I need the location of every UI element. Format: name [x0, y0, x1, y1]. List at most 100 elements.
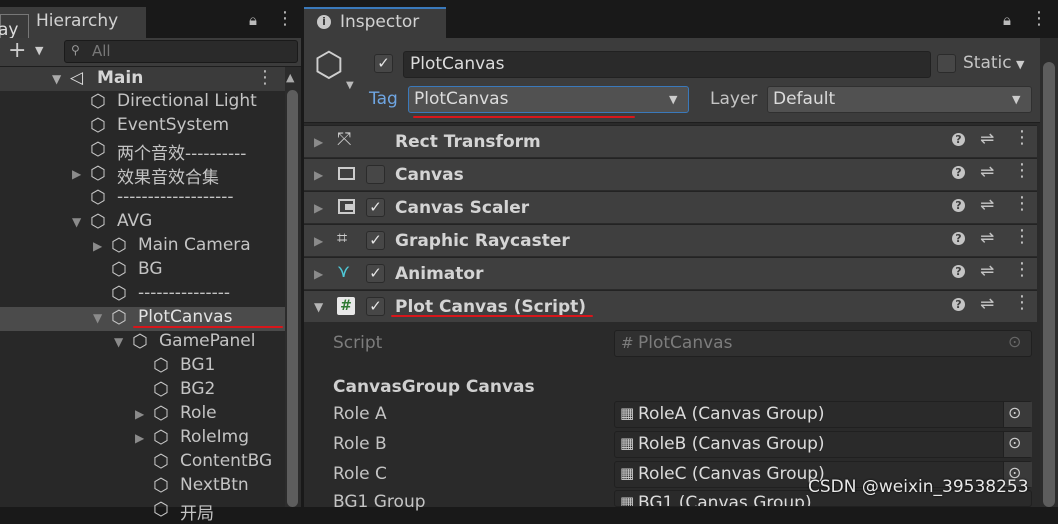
rect-transform-icon: ⤧: [337, 129, 352, 150]
graphic-raycaster-icon: ⌗: [337, 228, 348, 249]
icon-dropdown-icon[interactable]: ▼: [346, 80, 354, 91]
item-label: NextBtn: [180, 475, 249, 495]
fold-arrow-icon[interactable]: ▶: [135, 431, 144, 445]
annotation-underline: [391, 315, 593, 317]
object-picker-icon[interactable]: ⊙: [1008, 433, 1021, 452]
fold-arrow-icon[interactable]: ▶: [314, 234, 323, 248]
fold-arrow-icon[interactable]: ▼: [93, 311, 102, 325]
active-checkbox[interactable]: ✓: [374, 54, 393, 73]
gameobject-cube-icon: ⬡: [153, 379, 169, 400]
component-menu-icon[interactable]: ⋮: [1013, 127, 1031, 148]
layer-dropdown[interactable]: Default ▼: [767, 86, 1032, 113]
component-menu-icon[interactable]: ⋮: [1013, 292, 1031, 313]
scroll-up-icon[interactable]: ▲: [286, 71, 294, 84]
help-icon[interactable]: ?: [952, 232, 965, 245]
fold-arrow-icon[interactable]: ▶: [135, 407, 144, 421]
fold-arrow-icon[interactable]: ▶: [314, 201, 323, 215]
presets-icon[interactable]: ⇌: [980, 294, 994, 314]
tag-label: Tag: [369, 89, 398, 109]
inspector-tab-title: Inspector: [340, 12, 420, 32]
canvas-group-icon: ▦: [620, 404, 635, 422]
presets-icon[interactable]: ⇌: [980, 261, 994, 281]
component-title: Plot Canvas (Script): [395, 297, 587, 317]
component-graphic-raycaster[interactable]: ▶ ⌗ ✓ Graphic Raycaster ? ⇌ ⋮: [304, 224, 1037, 256]
script-enabled-checkbox[interactable]: ✓: [366, 297, 385, 316]
field-value: RoleA (Canvas Group): [638, 404, 825, 424]
presets-icon[interactable]: ⇌: [980, 195, 994, 215]
more-menu-icon[interactable]: ⋮: [1030, 8, 1048, 29]
fold-arrow-icon[interactable]: ▶: [314, 135, 323, 149]
object-picker-icon[interactable]: ⊙: [1008, 403, 1021, 422]
component-animator[interactable]: ▶ ⋎ ✓ Animator ? ⇌ ⋮: [304, 257, 1037, 289]
tab-inspector[interactable]: i Inspector: [304, 7, 446, 38]
field-label: BG1 Group: [333, 492, 426, 512]
static-dropdown-icon[interactable]: ▼: [1016, 58, 1024, 71]
component-title: Rect Transform: [395, 132, 541, 152]
presets-icon[interactable]: ⇌: [980, 129, 994, 149]
item-label: 开局: [180, 504, 214, 524]
component-canvas-scaler[interactable]: ▶ ✓ Canvas Scaler ? ⇌ ⋮: [304, 191, 1037, 223]
hierarchy-search-input[interactable]: ⚲ All: [64, 40, 298, 63]
component-canvas[interactable]: ▶ Canvas ? ⇌ ⋮: [304, 158, 1037, 190]
item-label: Role: [180, 403, 217, 423]
component-title: Canvas: [395, 165, 464, 185]
help-icon[interactable]: ?: [952, 199, 965, 212]
layer-value: Default: [773, 89, 836, 109]
item-label: -------------------: [117, 187, 234, 207]
add-dropdown-icon[interactable]: ▼: [35, 44, 43, 57]
help-icon[interactable]: ?: [952, 298, 965, 311]
lock-icon[interactable]: 🔒︎: [1003, 11, 1011, 29]
search-icon: ⚲: [71, 43, 80, 57]
object-name-field[interactable]: PlotCanvas: [403, 51, 931, 78]
graphic-raycaster-enabled-checkbox[interactable]: ✓: [366, 231, 385, 250]
fold-arrow-icon[interactable]: ▶: [72, 167, 81, 181]
component-title: Graphic Raycaster: [395, 231, 570, 251]
fold-arrow-icon[interactable]: ▶: [314, 267, 323, 281]
static-checkbox[interactable]: [937, 54, 956, 73]
object-field-role-b[interactable]: ▦ RoleB (Canvas Group) ⊙: [614, 431, 1032, 458]
help-icon[interactable]: ?: [952, 166, 965, 179]
presets-icon[interactable]: ⇌: [980, 162, 994, 182]
item-label: Main Camera: [138, 235, 251, 255]
help-icon[interactable]: ?: [952, 265, 965, 278]
unity-logo-icon: ◁: [70, 68, 84, 88]
fold-arrow-icon[interactable]: ▼: [72, 215, 81, 229]
fold-arrow-icon[interactable]: ▼: [314, 300, 323, 314]
component-menu-icon[interactable]: ⋮: [1013, 226, 1031, 247]
add-button[interactable]: +: [8, 38, 26, 63]
fold-arrow-icon[interactable]: ▼: [52, 72, 61, 86]
more-menu-icon[interactable]: ⋮: [276, 8, 294, 29]
component-menu-icon[interactable]: ⋮: [1013, 193, 1031, 214]
fold-arrow-icon[interactable]: ▶: [314, 168, 323, 182]
fold-arrow-icon[interactable]: ▼: [114, 335, 123, 349]
scene-row[interactable]: ▼ ◁ Main ⋮: [0, 67, 287, 91]
gameobject-large-icon: ⬡: [314, 45, 344, 85]
field-value: RoleC (Canvas Group): [638, 464, 825, 484]
scene-name: Main: [97, 68, 144, 88]
help-icon[interactable]: ?: [952, 133, 965, 146]
gameobject-cube-icon: ⬡: [111, 235, 127, 256]
item-label: BG2: [180, 379, 216, 399]
fold-arrow-icon[interactable]: ▶: [93, 239, 102, 253]
component-plot-canvas-script[interactable]: ▼ # ✓ Plot Canvas (Script) ? ⇌ ⋮: [304, 290, 1037, 322]
item-label: BG: [138, 259, 163, 279]
animator-enabled-checkbox[interactable]: ✓: [366, 264, 385, 283]
component-menu-icon[interactable]: ⋮: [1013, 259, 1031, 280]
canvas-group-icon: ▦: [620, 434, 635, 452]
component-menu-icon[interactable]: ⋮: [1013, 160, 1031, 181]
canvas-enabled-checkbox[interactable]: [366, 165, 385, 184]
lock-icon[interactable]: 🔒︎: [249, 11, 257, 29]
canvas-icon: [338, 167, 355, 180]
item-label: ContentBG: [180, 451, 273, 471]
inspector-scroll-thumb[interactable]: [1043, 62, 1055, 507]
gameobject-cube-icon: ⬡: [90, 91, 106, 112]
hierarchy-scroll-thumb[interactable]: [287, 90, 298, 507]
presets-icon[interactable]: ⇌: [980, 228, 994, 248]
canvas-scaler-enabled-checkbox[interactable]: ✓: [366, 198, 385, 217]
object-field-role-a[interactable]: ▦ RoleA (Canvas Group) ⊙: [614, 401, 1032, 428]
component-rect-transform[interactable]: ▶ ⤧ Rect Transform ? ⇌ ⋮: [304, 125, 1037, 157]
overlay-label: ay: [0, 20, 19, 40]
search-placeholder: All: [92, 42, 111, 60]
tag-dropdown[interactable]: PlotCanvas ▼: [408, 86, 689, 113]
scene-menu-icon[interactable]: ⋮: [256, 67, 274, 88]
